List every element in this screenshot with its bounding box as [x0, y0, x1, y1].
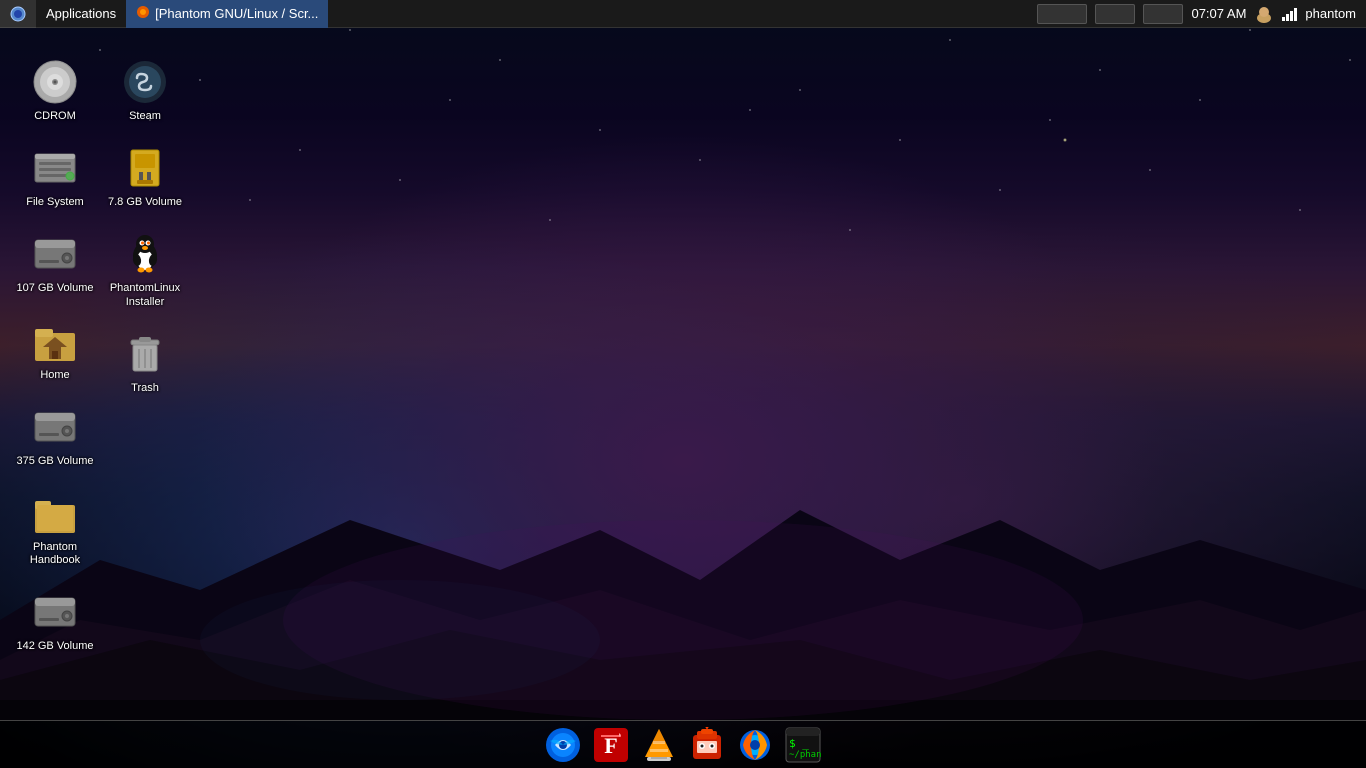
vol142-icon-img: [31, 588, 79, 636]
applications-label: Applications: [46, 6, 116, 21]
steam-icon-img: [121, 58, 169, 106]
taskbar-filezilla[interactable]: F: [589, 723, 633, 767]
vol375-icon-img: [31, 403, 79, 451]
hdd-icon-2: [33, 405, 77, 449]
steam-icon: [123, 60, 167, 104]
clock: 07:07 AM: [1191, 6, 1246, 21]
vol78-label: 7.8 GB Volume: [108, 196, 182, 209]
topbar-left: Applications [Phantom GNU/Linux / Scr...: [0, 0, 1027, 28]
active-window-tab[interactable]: [Phantom GNU/Linux / Scr...: [126, 0, 328, 28]
hdd-icon-3: [33, 590, 77, 634]
desktop-icon-phantomlinux[interactable]: PhantomLinux Installer: [100, 222, 190, 316]
folder-icon: [33, 491, 77, 535]
trash-icon-img: [121, 330, 169, 378]
topbar-widget-3: [1143, 4, 1183, 24]
system-icon: [10, 6, 26, 22]
thunderbird-icon: [545, 727, 581, 763]
system-icon-item[interactable]: [0, 0, 36, 28]
desktop-icon-filesystem[interactable]: File System: [10, 136, 100, 217]
network-signal: [1282, 7, 1297, 21]
window-title: [Phantom GNU/Linux / Scr...: [155, 6, 318, 21]
home-label: Home: [40, 369, 69, 382]
trash-icon: [123, 332, 167, 376]
home-folder-icon: [33, 319, 77, 363]
mountain-background: [0, 440, 1366, 720]
taskbar-terminal[interactable]: $ _ ~/phantom: [781, 723, 825, 767]
desktop-icon-vol107[interactable]: 107 GB Volume: [10, 222, 100, 303]
applications-menu[interactable]: Applications: [36, 0, 126, 28]
desktop-icon-vol78[interactable]: 7.8 GB Volume: [100, 136, 190, 217]
taskbar-thunderbird[interactable]: [541, 723, 585, 767]
desktop: Applications [Phantom GNU/Linux / Scr...…: [0, 0, 1366, 768]
vol107-icon-img: [31, 230, 79, 278]
cdrom-icon: [33, 60, 77, 104]
desktop-icon-vol375[interactable]: 375 GB Volume: [10, 395, 100, 476]
vlc-icon: [641, 727, 677, 763]
desktop-icon-cdrom[interactable]: CDROM: [10, 50, 100, 131]
filesystem-label: File System: [26, 196, 83, 209]
filezilla-icon: F: [593, 727, 629, 763]
phantom-handbook-label: Phantom Handbook: [14, 541, 96, 567]
firefox-icon: [737, 727, 773, 763]
username: phantom: [1305, 6, 1356, 21]
installer-icon: [689, 727, 725, 763]
terminal-icon: $ _ ~/phantom: [785, 727, 821, 763]
usb-hdd-icon: [123, 146, 167, 190]
cdrom-label: CDROM: [34, 110, 76, 123]
hdd-icon-1: [33, 232, 77, 276]
topbar-widget-1: [1037, 4, 1087, 24]
vol78-icon-img: [121, 144, 169, 192]
svg-text:~/phantom: ~/phantom: [789, 750, 821, 760]
taskbar-vlc[interactable]: [637, 723, 681, 767]
trash-label: Trash: [131, 382, 159, 395]
topbar: Applications [Phantom GNU/Linux / Scr...…: [0, 0, 1366, 28]
desktop-icon-trash[interactable]: Trash: [100, 322, 190, 403]
desktop-icon-phantom-handbook[interactable]: Phantom Handbook: [10, 481, 100, 575]
home-icon-img: [31, 317, 79, 365]
phantom-handbook-icon-img: [31, 489, 79, 537]
vol142-label: 142 GB Volume: [16, 640, 93, 653]
user-avatar: [1254, 4, 1274, 24]
taskbar-installer[interactable]: [685, 723, 729, 767]
taskbar-firefox[interactable]: [733, 723, 777, 767]
vol107-label: 107 GB Volume: [16, 282, 93, 295]
phantomlinux-label: PhantomLinux Installer: [104, 282, 186, 308]
vol375-label: 375 GB Volume: [16, 455, 93, 468]
taskbar: F: [0, 720, 1366, 768]
desktop-icon-steam[interactable]: Steam: [100, 50, 190, 131]
filesystem-icon-img: [31, 144, 79, 192]
desktop-icon-home[interactable]: Home: [10, 309, 100, 390]
desktop-icon-vol142[interactable]: 142 GB Volume: [10, 580, 100, 661]
linux-icon: [123, 232, 167, 276]
topbar-right: 07:07 AM phantom: [1027, 4, 1366, 24]
filesystem-icon: [33, 146, 77, 190]
svg-text:$ _: $ _: [789, 737, 809, 750]
desktop-icons-container: CDROM File System: [0, 40, 200, 740]
topbar-widget-2: [1095, 4, 1135, 24]
phantomlinux-icon-img: [121, 230, 169, 278]
browser-icon: [136, 5, 150, 22]
steam-label: Steam: [129, 110, 161, 123]
cdrom-icon-img: [31, 58, 79, 106]
